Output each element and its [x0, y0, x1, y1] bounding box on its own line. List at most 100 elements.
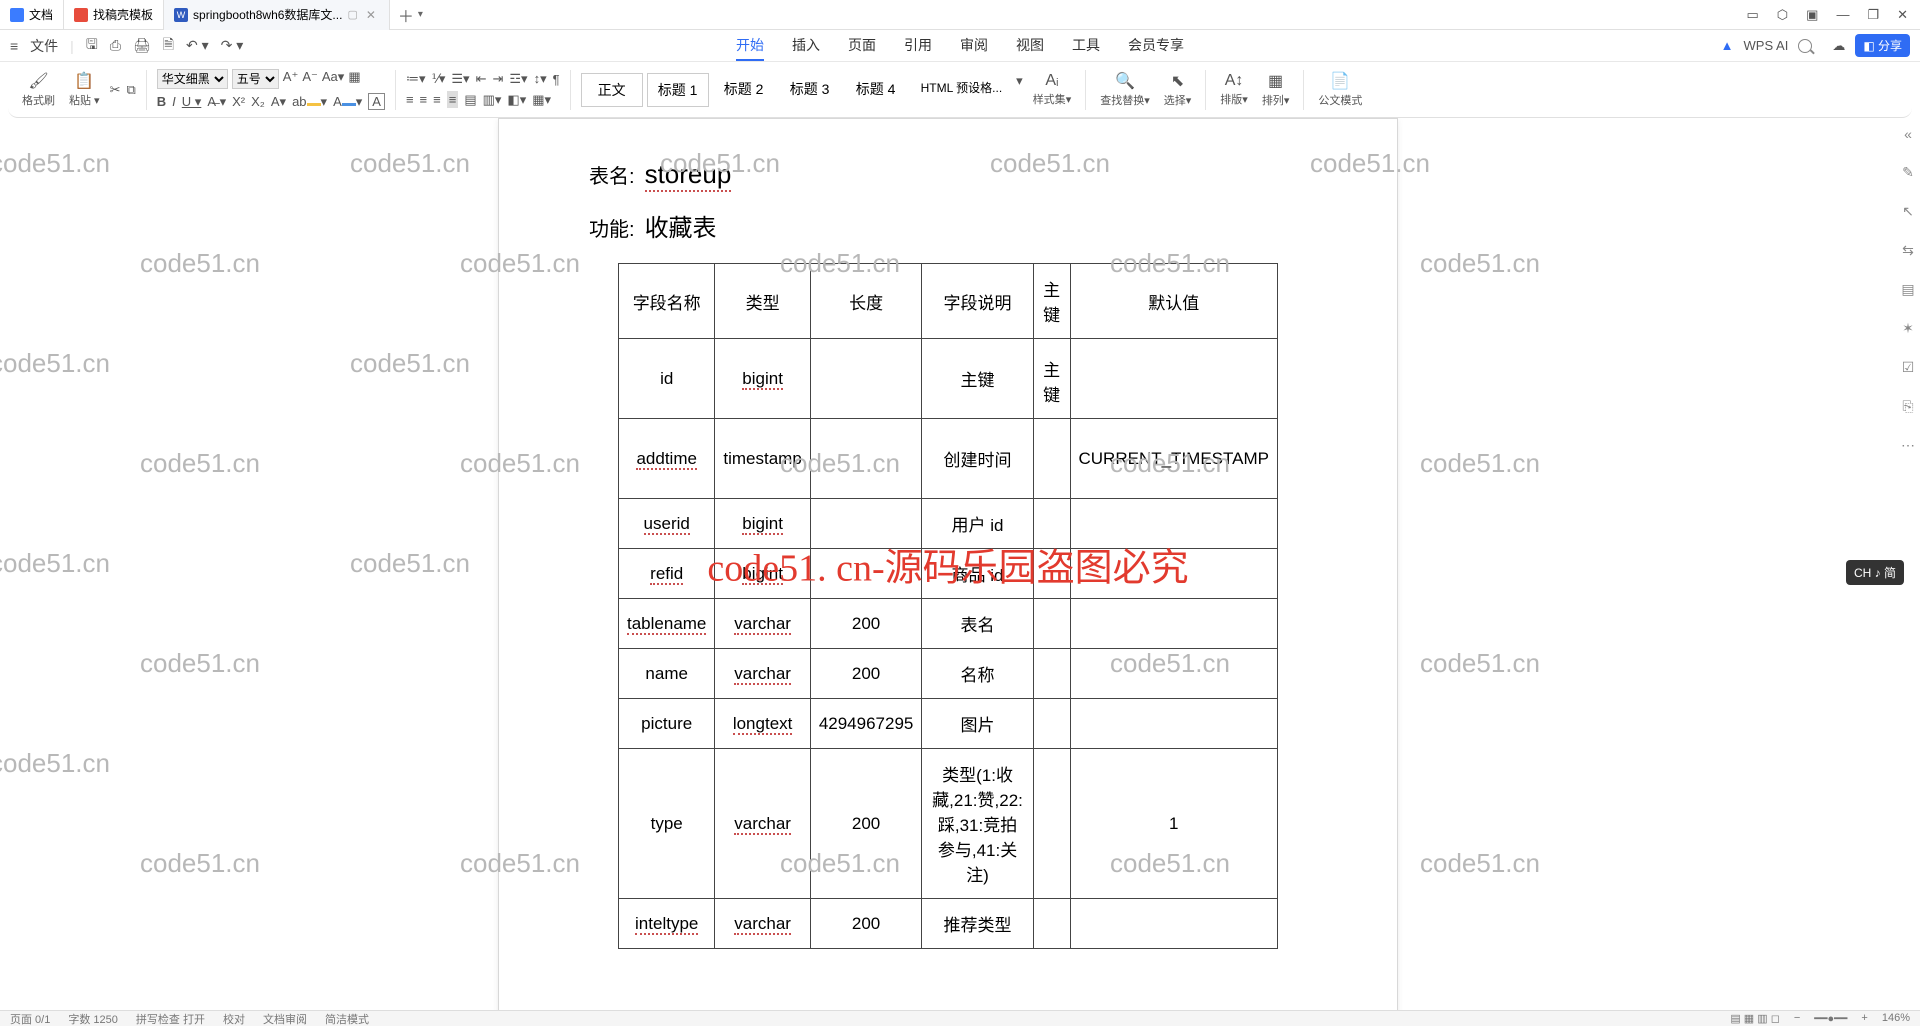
- menu-reference[interactable]: 引用: [904, 31, 932, 61]
- underline-button[interactable]: U ▾: [182, 94, 202, 110]
- status-mode[interactable]: 简洁模式: [325, 1011, 369, 1027]
- layout-button[interactable]: A↕排版▾: [1216, 72, 1252, 107]
- sort-icon[interactable]: ☲▾: [509, 71, 527, 87]
- maximize-icon[interactable]: ❐: [1867, 7, 1879, 23]
- menu-tools[interactable]: 工具: [1072, 31, 1100, 61]
- tab-template[interactable]: 找稿壳模板: [64, 0, 164, 30]
- italic-button[interactable]: I: [172, 94, 176, 109]
- search-icon[interactable]: [1798, 39, 1812, 53]
- format-brush-button[interactable]: 🖌格式刷: [18, 71, 59, 108]
- menu-insert[interactable]: 插入: [792, 31, 820, 61]
- line-spacing-icon[interactable]: ↕▾: [534, 71, 547, 87]
- shrink-font-icon[interactable]: A⁻: [302, 69, 318, 89]
- style-heading1[interactable]: 标题 1: [647, 73, 709, 107]
- document-viewport[interactable]: 表名: storeup 功能: 收藏表 字段名称 类型 长度 字段说明 主键 默…: [0, 118, 1896, 1010]
- numbering-button[interactable]: ⅟▾: [431, 71, 445, 87]
- menu-page[interactable]: 页面: [848, 31, 876, 61]
- style-more-icon[interactable]: ▾: [1016, 73, 1023, 107]
- tools-icon[interactable]: ✶: [1902, 320, 1914, 337]
- gov-mode-button[interactable]: 📄公文模式: [1314, 71, 1366, 108]
- copy-icon[interactable]: ⧉: [126, 82, 135, 98]
- menu-member[interactable]: 会员专享: [1128, 31, 1184, 61]
- style-html[interactable]: HTML 预设格...: [911, 73, 1013, 107]
- switch-icon[interactable]: ⇆: [1902, 242, 1914, 259]
- text-effect-button[interactable]: A▾: [333, 94, 362, 110]
- new-tab-button[interactable]: ＋ ▾: [390, 0, 431, 30]
- cube-icon[interactable]: ⬡: [1777, 7, 1788, 23]
- minimize-icon[interactable]: —: [1836, 7, 1849, 23]
- tab-active-document[interactable]: W springbooth8wh6数据库文... ▢ ✕: [164, 0, 390, 30]
- menu-review[interactable]: 审阅: [960, 31, 988, 61]
- status-review[interactable]: 文档审阅: [263, 1011, 307, 1027]
- char-border-button[interactable]: A: [368, 93, 385, 110]
- distribute-icon[interactable]: ▤: [464, 92, 476, 108]
- style-set-button[interactable]: Aᵢ样式集▾: [1029, 72, 1076, 107]
- status-words[interactable]: 字数 1250: [68, 1011, 118, 1027]
- tab-documents[interactable]: 文档: [0, 0, 64, 30]
- window-snap-icon[interactable]: ▭: [1746, 7, 1758, 23]
- bold-button[interactable]: B: [157, 94, 166, 109]
- cloud-icon[interactable]: ☁: [1832, 38, 1845, 54]
- font-family-select[interactable]: 华文细黑: [157, 69, 228, 89]
- undo-icon[interactable]: ↶ ▾: [186, 37, 209, 54]
- increase-indent-icon[interactable]: ⇥: [492, 71, 503, 87]
- paste-button[interactable]: 📋粘贴 ▾: [65, 71, 104, 108]
- file-menu[interactable]: 文件: [30, 36, 58, 56]
- pencil-icon[interactable]: ✎: [1902, 164, 1914, 181]
- close-window-icon[interactable]: ✕: [1897, 7, 1908, 23]
- print-quick-icon[interactable]: ⎙: [110, 37, 121, 54]
- find-replace-button[interactable]: 🔍查找替换▾: [1096, 71, 1154, 108]
- subscript-button[interactable]: X₂: [251, 94, 265, 109]
- zoom-out-icon[interactable]: −: [1794, 1012, 1800, 1025]
- collapse-rail-icon[interactable]: «: [1904, 126, 1912, 142]
- highlight-button[interactable]: ab▾: [292, 94, 327, 110]
- shading-icon[interactable]: ◧▾: [507, 92, 526, 108]
- print-icon[interactable]: 🖨: [133, 37, 151, 54]
- select-button[interactable]: ⬉选择▾: [1160, 71, 1196, 108]
- menu-view[interactable]: 视图: [1016, 31, 1044, 61]
- cursor-icon[interactable]: ↖: [1902, 203, 1914, 220]
- font-color-button[interactable]: A▾: [271, 94, 286, 110]
- superscript-button[interactable]: X²: [232, 94, 245, 109]
- zoom-slider[interactable]: ━━●━━: [1814, 1012, 1847, 1025]
- wps-ai-label[interactable]: WPS AI: [1744, 38, 1789, 53]
- multilevel-button[interactable]: ☰▾: [451, 71, 469, 87]
- borders-icon[interactable]: ▦▾: [532, 92, 551, 108]
- avatar-icon[interactable]: ▣: [1806, 7, 1818, 23]
- cut-icon[interactable]: ✂: [110, 82, 121, 98]
- style-heading2[interactable]: 标题 2: [713, 73, 775, 107]
- zoom-in-icon[interactable]: +: [1861, 1012, 1867, 1025]
- hamburger-icon[interactable]: ≡: [10, 38, 18, 54]
- bullets-button[interactable]: ≔▾: [406, 71, 426, 87]
- status-spell[interactable]: 拼写检查 打开: [136, 1011, 205, 1027]
- align-right-icon[interactable]: ≡: [433, 92, 441, 107]
- close-icon[interactable]: ✕: [363, 8, 379, 22]
- clear-format-icon[interactable]: ▦: [348, 69, 360, 89]
- style-gallery[interactable]: 正文 标题 1 标题 2 标题 3 标题 4 HTML 预设格... ▾: [581, 73, 1023, 107]
- note-icon[interactable]: ▤: [1901, 281, 1914, 298]
- more-icon[interactable]: ⋯: [1901, 437, 1915, 454]
- change-case-icon[interactable]: Aa▾: [322, 69, 344, 89]
- strike-button[interactable]: A̶ ▾: [207, 94, 226, 110]
- align-left-icon[interactable]: ≡: [406, 92, 414, 107]
- zoom-level[interactable]: 146%: [1882, 1012, 1910, 1025]
- decrease-indent-icon[interactable]: ⇤: [476, 71, 487, 87]
- grow-font-icon[interactable]: A⁺: [283, 69, 299, 89]
- clip-icon[interactable]: ⎘: [1902, 398, 1913, 415]
- style-body[interactable]: 正文: [581, 73, 643, 107]
- show-marks-icon[interactable]: ¶: [553, 72, 560, 87]
- share-button[interactable]: ◧ 分享: [1855, 34, 1910, 57]
- style-heading3[interactable]: 标题 3: [779, 73, 841, 107]
- bookmark-icon[interactable]: ☑: [1902, 359, 1915, 376]
- save-icon[interactable]: 🖫: [86, 34, 98, 58]
- menu-start[interactable]: 开始: [736, 31, 764, 61]
- font-size-select[interactable]: 五号: [232, 69, 279, 89]
- view-mode-icons[interactable]: ▤ ▦ ▥ ◻: [1730, 1012, 1779, 1025]
- style-heading4[interactable]: 标题 4: [845, 73, 907, 107]
- arrange-button[interactable]: ▦排列▾: [1258, 71, 1294, 108]
- status-page[interactable]: 页面 0/1: [10, 1011, 50, 1027]
- align-justify-icon[interactable]: ≡: [447, 91, 459, 108]
- preview-icon[interactable]: 🗎: [163, 34, 174, 58]
- columns-icon[interactable]: ▥▾: [483, 92, 502, 108]
- status-proof[interactable]: 校对: [223, 1011, 245, 1027]
